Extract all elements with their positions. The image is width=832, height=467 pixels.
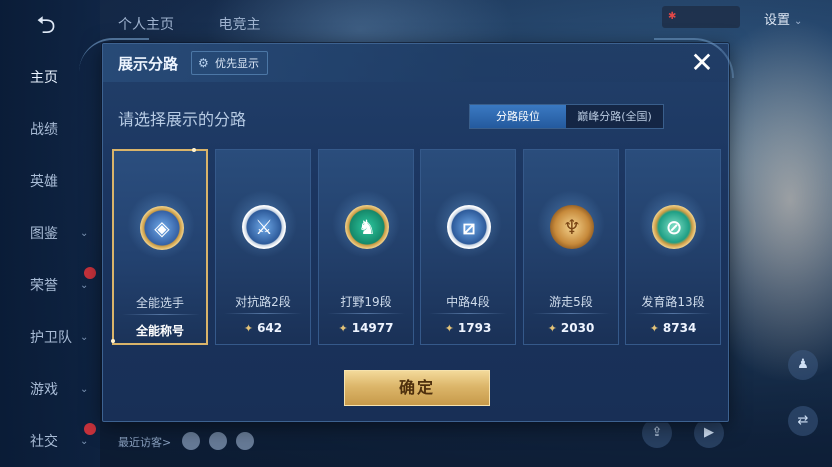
score-value: 2030	[560, 321, 595, 335]
nav-item-guard[interactable]: 护卫队 ⌄	[0, 325, 100, 351]
lane-display-dialog: 展示分路 ⚙ 优先显示 ✕ 请选择展示的分路 分路段位 巅峰分路(全国) ◈ 全能…	[79, 38, 734, 422]
nav-item-label: 英雄	[30, 174, 58, 190]
nav-item-heroes[interactable]: 英雄	[0, 169, 100, 195]
lane-label: 全能选手	[135, 296, 184, 310]
dialog-title: 展示分路	[118, 55, 179, 73]
score-value: 642	[257, 321, 283, 335]
chevron-down-icon: ⌄	[80, 332, 89, 343]
back-arrow-icon: ⮌	[36, 11, 56, 39]
mid-lane-emblem-icon: ⧄	[447, 205, 491, 249]
recent-visitors-link[interactable]: 最近访客>	[118, 434, 171, 450]
rank-points-icon: ✦	[547, 322, 557, 335]
confirm-button[interactable]: 确定	[344, 370, 490, 406]
notice-icon: ✱	[668, 11, 677, 22]
close-button[interactable]: ✕	[688, 49, 716, 77]
share-icon[interactable]: ⇪	[642, 418, 672, 448]
card-divider	[122, 314, 200, 315]
lane-card-mid[interactable]: ⧄ 中路4段 ✦ 1793	[420, 149, 516, 345]
nav-item-label: 护卫队	[30, 330, 72, 346]
lane-title: 全能称号	[135, 324, 184, 338]
rank-points-icon: ✦	[338, 322, 348, 335]
lane-score: ✦ 14977	[319, 321, 413, 335]
nav-item-label: 游戏	[30, 382, 58, 398]
nav-item-label: 主页	[30, 70, 58, 86]
priority-label: 优先显示	[215, 57, 259, 70]
nav-item-label: 社交	[30, 434, 58, 450]
score-value: 14977	[351, 321, 394, 335]
top-notice-badge[interactable]: ✱	[662, 6, 740, 28]
back-button[interactable]: ⮌	[22, 12, 70, 38]
toggle-lane-rank[interactable]: 分路段位	[470, 105, 566, 128]
nav-item-records[interactable]: 战绩	[0, 117, 100, 143]
score-value: 1793	[457, 321, 492, 335]
settings-label: 设置	[764, 13, 791, 28]
corner-sparkle	[111, 339, 115, 343]
close-icon: ✕	[690, 46, 714, 79]
score-value: 8734	[662, 321, 697, 335]
lane-score: ✦ 1793	[421, 321, 515, 335]
hero-skin-icon[interactable]: ♟	[788, 350, 818, 380]
lane-label: 对抗路2段	[235, 295, 291, 309]
avatar[interactable]	[236, 431, 255, 450]
card-divider	[327, 313, 405, 314]
rank-points-icon: ✦	[444, 322, 454, 335]
lane-card-all-round[interactable]: ◈ 全能选手 全能称号	[111, 148, 208, 345]
lane-card-roam[interactable]: ♆ 游走5段 ✦ 2030	[523, 149, 619, 345]
chevron-down-icon: ⌄	[80, 384, 89, 395]
lane-score: ✦ 2030	[524, 321, 618, 335]
card-divider	[634, 313, 712, 314]
nav-item-honor[interactable]: 荣誉 ⌄	[0, 267, 100, 299]
jungle-emblem-icon: ♞	[345, 205, 389, 249]
rank-points-icon: ✦	[243, 322, 254, 335]
lane-card-clash[interactable]: ⚔ 对抗路2段 ✦ 642	[215, 149, 311, 345]
lane-card-jungle[interactable]: ♞ 打野19段 ✦ 14977	[318, 149, 414, 345]
lane-label: 发育路13段	[641, 295, 705, 309]
card-divider	[224, 313, 302, 314]
dialog-subtitle: 请选择展示的分路	[118, 110, 247, 129]
roam-emblem-icon: ♆	[550, 205, 594, 249]
tab-esports[interactable]: 电竞主	[218, 17, 260, 33]
lane-label: 中路4段	[446, 295, 490, 309]
lane-label: 游走5段	[549, 295, 593, 309]
new-badge-icon	[84, 423, 96, 435]
corner-sparkle	[192, 148, 196, 152]
priority-display-button[interactable]: ⚙ 优先显示	[191, 51, 268, 75]
nav-item-label: 荣誉	[30, 278, 58, 294]
swap-hero-icon[interactable]: ⇄	[788, 406, 818, 436]
settings-button[interactable]: 设置 ⌄	[764, 9, 802, 28]
nav-item-social[interactable]: 社交 ⌄	[0, 423, 100, 455]
toggle-peak-lane[interactable]: 巅峰分路(全国)	[566, 105, 663, 128]
farm-lane-emblem-icon: ⊘	[652, 205, 696, 249]
all-round-emblem-icon: ◈	[140, 206, 184, 250]
new-badge-icon	[84, 267, 96, 279]
tab-profile[interactable]: 个人主页	[118, 17, 174, 33]
top-tabs: 个人主页 电竞主	[118, 14, 300, 34]
nav-item-label: 图鉴	[30, 226, 58, 242]
lane-score: ✦ 642	[216, 321, 310, 335]
clash-lane-emblem-icon: ⚔	[242, 205, 286, 249]
nav-item-games[interactable]: 游戏 ⌄	[0, 377, 100, 403]
lane-label: 打野19段	[340, 295, 392, 309]
chevron-down-icon: ⌄	[80, 228, 89, 239]
play-video-icon[interactable]: ▶	[694, 418, 724, 448]
lane-type-toggle: 分路段位 巅峰分路(全国)	[469, 104, 664, 129]
lane-card-farm[interactable]: ⊘ 发育路13段 ✦ 8734	[625, 149, 721, 345]
rank-points-icon: ✦	[649, 322, 659, 335]
lane-score: ✦ 8734	[626, 321, 720, 335]
card-divider	[429, 313, 507, 314]
nav-item-label: 战绩	[30, 122, 58, 138]
avatar[interactable]	[182, 431, 200, 450]
card-divider	[532, 313, 610, 314]
visitor-avatars	[182, 430, 258, 450]
nav-item-codex[interactable]: 图鉴 ⌄	[0, 221, 100, 247]
gear-icon: ⚙	[198, 56, 209, 70]
avatar[interactable]	[209, 431, 228, 450]
chevron-down-icon: ⌄	[794, 16, 803, 27]
